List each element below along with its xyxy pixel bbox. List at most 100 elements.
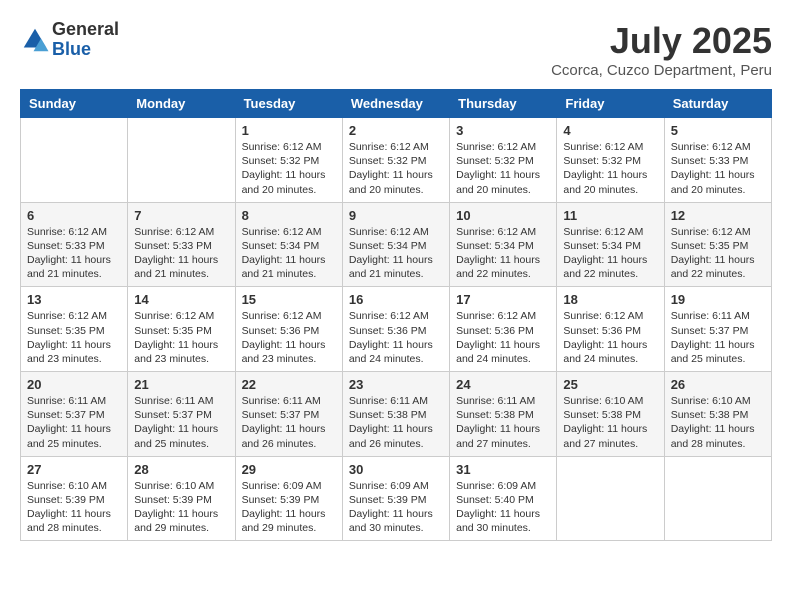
day-number: 1 <box>242 123 336 138</box>
day-info: Sunrise: 6:12 AM Sunset: 5:32 PM Dayligh… <box>242 140 336 197</box>
calendar-cell: 29 Sunrise: 6:09 AM Sunset: 5:39 PM Dayli… <box>235 456 342 541</box>
day-number: 21 <box>134 377 228 392</box>
calendar-cell: 8Sunrise: 6:12 AM Sunset: 5:34 PM Daylig… <box>235 202 342 287</box>
calendar-cell: 9 Sunrise: 6:12 AM Sunset: 5:34 PM Daylig… <box>342 202 449 287</box>
day-number: 19 <box>671 292 765 307</box>
day-info: Sunrise: 6:12 AM Sunset: 5:35 PM Dayligh… <box>27 309 121 366</box>
calendar-cell: 18 Sunrise: 6:12 AM Sunset: 5:36 PM Dayli… <box>557 287 664 372</box>
day-info: Sunrise: 6:12 AM Sunset: 5:32 PM Dayligh… <box>456 140 550 197</box>
day-number: 29 <box>242 462 336 477</box>
calendar-cell: 30 Sunrise: 6:09 AM Sunset: 5:39 PM Dayli… <box>342 456 449 541</box>
calendar-cell: 24 Sunrise: 6:11 AM Sunset: 5:38 PM Dayli… <box>450 372 557 457</box>
calendar-cell: 4 Sunrise: 6:12 AM Sunset: 5:32 PM Daylig… <box>557 118 664 203</box>
calendar-cell: 19 Sunrise: 6:11 AM Sunset: 5:37 PM Dayli… <box>664 287 771 372</box>
day-number: 7 <box>134 208 228 223</box>
day-info: Sunrise: 6:10 AM Sunset: 5:39 PM Dayligh… <box>27 479 121 536</box>
day-number: 23 <box>349 377 443 392</box>
calendar-cell: 20Sunrise: 6:11 AM Sunset: 5:37 PM Dayli… <box>21 372 128 457</box>
page-header: General Blue July 2025 Ccorca, Cuzco Dep… <box>20 20 772 79</box>
calendar-week-3: 13 Sunrise: 6:12 AM Sunset: 5:35 PM Dayli… <box>21 287 772 372</box>
day-number: 2 <box>349 123 443 138</box>
day-info: Sunrise: 6:12 AM Sunset: 5:34 PM Dayligh… <box>563 225 657 282</box>
day-number: 11 <box>563 208 657 223</box>
logo: General Blue <box>20 20 119 60</box>
calendar-cell: 26 Sunrise: 6:10 AM Sunset: 5:38 PM Dayli… <box>664 372 771 457</box>
day-number: 26 <box>671 377 765 392</box>
location-title: Ccorca, Cuzco Department, Peru <box>551 62 772 79</box>
weekday-header-row: SundayMondayTuesdayWednesdayThursdayFrid… <box>21 90 772 118</box>
calendar-week-2: 6 Sunrise: 6:12 AM Sunset: 5:33 PM Daylig… <box>21 202 772 287</box>
day-info: Sunrise: 6:11 AM Sunset: 5:37 PM Dayligh… <box>671 309 765 366</box>
calendar-body: 1 Sunrise: 6:12 AM Sunset: 5:32 PM Daylig… <box>21 118 772 541</box>
calendar-cell <box>128 118 235 203</box>
calendar-cell: 7 Sunrise: 6:12 AM Sunset: 5:33 PM Daylig… <box>128 202 235 287</box>
day-info: Sunrise: 6:12 AM Sunset: 5:33 PM Dayligh… <box>27 225 121 282</box>
day-number: 24 <box>456 377 550 392</box>
calendar-cell <box>664 456 771 541</box>
day-number: 14 <box>134 292 228 307</box>
calendar-cell: 28Sunrise: 6:10 AM Sunset: 5:39 PM Dayli… <box>128 456 235 541</box>
day-info: Sunrise: 6:09 AM Sunset: 5:39 PM Dayligh… <box>349 479 443 536</box>
calendar-cell: 3 Sunrise: 6:12 AM Sunset: 5:32 PM Daylig… <box>450 118 557 203</box>
day-number: 22 <box>242 377 336 392</box>
calendar-cell <box>557 456 664 541</box>
day-info: Sunrise: 6:10 AM Sunset: 5:38 PM Dayligh… <box>563 394 657 451</box>
day-number: 27 <box>27 462 121 477</box>
day-number: 6 <box>27 208 121 223</box>
day-info: Sunrise: 6:12 AM Sunset: 5:36 PM Dayligh… <box>456 309 550 366</box>
day-number: 9 <box>349 208 443 223</box>
day-info: Sunrise: 6:12 AM Sunset: 5:36 PM Dayligh… <box>349 309 443 366</box>
calendar-cell: 13 Sunrise: 6:12 AM Sunset: 5:35 PM Dayli… <box>21 287 128 372</box>
weekday-header-wednesday: Wednesday <box>342 90 449 118</box>
calendar-cell: 23 Sunrise: 6:11 AM Sunset: 5:38 PM Dayli… <box>342 372 449 457</box>
day-number: 5 <box>671 123 765 138</box>
day-number: 12 <box>671 208 765 223</box>
day-info: Sunrise: 6:12 AM Sunset: 5:33 PM Dayligh… <box>134 225 228 282</box>
day-info: Sunrise: 6:12 AM Sunset: 5:32 PM Dayligh… <box>349 140 443 197</box>
day-number: 3 <box>456 123 550 138</box>
day-info: Sunrise: 6:09 AM Sunset: 5:39 PM Dayligh… <box>242 479 336 536</box>
calendar-week-4: 20Sunrise: 6:11 AM Sunset: 5:37 PM Dayli… <box>21 372 772 457</box>
day-info: Sunrise: 6:11 AM Sunset: 5:38 PM Dayligh… <box>349 394 443 451</box>
day-info: Sunrise: 6:12 AM Sunset: 5:34 PM Dayligh… <box>242 225 336 282</box>
calendar-cell: 17 Sunrise: 6:12 AM Sunset: 5:36 PM Dayli… <box>450 287 557 372</box>
day-info: Sunrise: 6:11 AM Sunset: 5:38 PM Dayligh… <box>456 394 550 451</box>
day-info: Sunrise: 6:12 AM Sunset: 5:33 PM Dayligh… <box>671 140 765 197</box>
day-number: 18 <box>563 292 657 307</box>
day-number: 13 <box>27 292 121 307</box>
day-info: Sunrise: 6:10 AM Sunset: 5:38 PM Dayligh… <box>671 394 765 451</box>
logo-text: General Blue <box>52 20 119 60</box>
day-number: 28 <box>134 462 228 477</box>
calendar-table: SundayMondayTuesdayWednesdayThursdayFrid… <box>20 89 772 541</box>
weekday-header-sunday: Sunday <box>21 90 128 118</box>
day-number: 30 <box>349 462 443 477</box>
weekday-header-saturday: Saturday <box>664 90 771 118</box>
calendar-cell: 14 Sunrise: 6:12 AM Sunset: 5:35 PM Dayli… <box>128 287 235 372</box>
day-number: 17 <box>456 292 550 307</box>
title-section: July 2025 Ccorca, Cuzco Department, Peru <box>551 20 772 79</box>
calendar-cell: 27 Sunrise: 6:10 AM Sunset: 5:39 PM Dayli… <box>21 456 128 541</box>
day-number: 4 <box>563 123 657 138</box>
day-info: Sunrise: 6:12 AM Sunset: 5:36 PM Dayligh… <box>563 309 657 366</box>
day-number: 15 <box>242 292 336 307</box>
calendar-cell: 11 Sunrise: 6:12 AM Sunset: 5:34 PM Dayli… <box>557 202 664 287</box>
calendar-header: SundayMondayTuesdayWednesdayThursdayFrid… <box>21 90 772 118</box>
day-info: Sunrise: 6:12 AM Sunset: 5:34 PM Dayligh… <box>349 225 443 282</box>
day-info: Sunrise: 6:12 AM Sunset: 5:35 PM Dayligh… <box>134 309 228 366</box>
day-info: Sunrise: 6:12 AM Sunset: 5:35 PM Dayligh… <box>671 225 765 282</box>
calendar-cell: 1 Sunrise: 6:12 AM Sunset: 5:32 PM Daylig… <box>235 118 342 203</box>
day-info: Sunrise: 6:09 AM Sunset: 5:40 PM Dayligh… <box>456 479 550 536</box>
day-info: Sunrise: 6:11 AM Sunset: 5:37 PM Dayligh… <box>134 394 228 451</box>
day-info: Sunrise: 6:12 AM Sunset: 5:32 PM Dayligh… <box>563 140 657 197</box>
day-info: Sunrise: 6:11 AM Sunset: 5:37 PM Dayligh… <box>27 394 121 451</box>
month-title: July 2025 <box>551 20 772 62</box>
logo-blue: Blue <box>52 40 119 60</box>
logo-general: General <box>52 20 119 40</box>
day-number: 10 <box>456 208 550 223</box>
calendar-cell: 10Sunrise: 6:12 AM Sunset: 5:34 PM Dayli… <box>450 202 557 287</box>
calendar-week-1: 1 Sunrise: 6:12 AM Sunset: 5:32 PM Daylig… <box>21 118 772 203</box>
weekday-header-thursday: Thursday <box>450 90 557 118</box>
day-number: 16 <box>349 292 443 307</box>
calendar-cell: 16 Sunrise: 6:12 AM Sunset: 5:36 PM Dayli… <box>342 287 449 372</box>
calendar-cell: 31Sunrise: 6:09 AM Sunset: 5:40 PM Dayli… <box>450 456 557 541</box>
